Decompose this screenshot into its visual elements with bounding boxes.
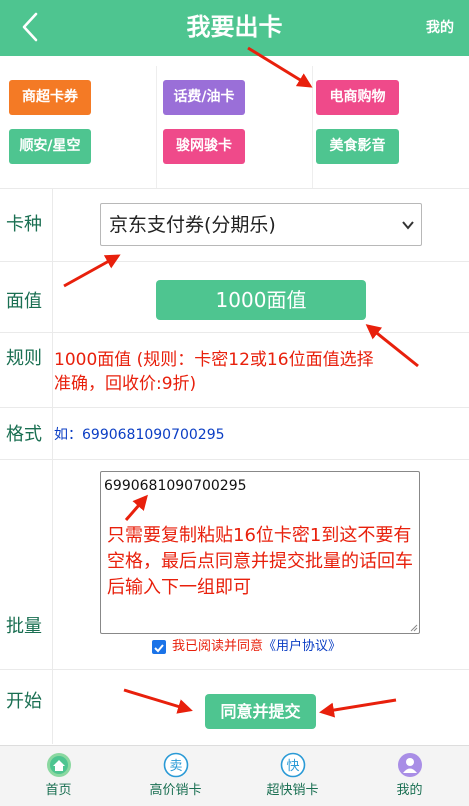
row-divider [0,459,469,460]
tab-mine-label: 我的 [396,783,423,798]
user-icon [398,753,422,777]
tab-home[interactable]: 首页 [0,746,117,806]
category-grid: 商超卡券 话费/油卡 电商购物 顺安/星空 骏网骏卡 美食影音 [0,66,469,188]
category-button-shunan-xingkong[interactable]: 顺安/星空 [9,129,91,164]
arrow-annotation [319,698,397,718]
arrow-annotation [123,688,193,714]
grid-divider [156,66,157,188]
agree-submit-button[interactable]: 同意并提交 [205,694,316,729]
tab-home-label: 首页 [45,783,72,798]
tab-fast-sell[interactable]: 快 超快销卡 [234,746,351,806]
batch-hint: 只需要复制粘贴16位卡密1到这不要有空格，最后点同意并提交批量的话回车后输入下一… [107,525,413,598]
row-divider [0,332,469,333]
user-agreement-link[interactable]: 《用户协议》 [263,639,341,654]
batch-label: 批量 [6,616,42,637]
card-type-select[interactable]: 京东支付券(分期乐) [100,203,422,246]
card-type-label: 卡种 [6,214,42,235]
agree-checkbox[interactable] [152,640,166,654]
batch-input-value: 6990681090700295 [104,478,247,494]
fast-icon: 快 [280,752,306,778]
resize-grip-icon[interactable] [410,624,418,632]
category-button-phone-fuel[interactable]: 话费/油卡 [163,80,245,115]
face-value-label: 面值 [6,291,42,312]
rules-label: 规则 [6,348,42,369]
tab-mine[interactable]: 我的 [351,746,468,806]
row-divider [0,407,469,408]
sell-icon: 卖 [163,752,189,778]
face-value-button[interactable]: 1000面值 [156,280,366,320]
format-label: 格式 [6,424,42,445]
agreement-text: 我已阅读并同意《用户协议》 [172,637,341,657]
chevron-down-icon [402,221,414,230]
label-column-divider [52,188,53,744]
mine-link[interactable]: 我的 [426,18,454,38]
home-icon [47,753,71,777]
agreement-label: 我已阅读并同意 [172,639,264,654]
tab-fast-sell-label: 超快销卡 [266,783,319,798]
category-button-food-media[interactable]: 美食影音 [316,129,399,164]
top-bar: 我要出卡 我的 [0,0,469,56]
category-button-supermarket[interactable]: 商超卡券 [9,80,91,115]
tab-high-price-sell[interactable]: 卖 高价销卡 [117,746,234,806]
grid-divider [312,66,313,188]
start-label: 开始 [6,691,42,712]
card-type-value: 京东支付券(分期乐) [109,214,276,236]
bottom-tab-bar: 首页 卖 高价销卡 快 超快销卡 我的 [0,745,469,806]
rules-text: 1000面值 (规则：卡密12或16位面值选择准确，回收价:9折) [54,350,374,394]
svg-text:快: 快 [286,759,299,774]
category-button-ecommerce[interactable]: 电商购物 [316,80,399,115]
row-divider [0,188,469,189]
batch-input[interactable]: 6990681090700295 只需要复制粘贴16位卡密1到这不要有空格，最后… [100,471,420,634]
svg-text:卖: 卖 [169,759,182,774]
page: 我要出卡 我的 商超卡券 话费/油卡 电商购物 顺安/星空 骏网骏卡 美食影音 … [0,0,469,806]
page-title: 我要出卡 [186,13,283,41]
row-divider [0,669,469,670]
tab-high-price-sell-label: 高价销卡 [149,783,202,798]
checkmark-icon [154,644,164,653]
format-example: 如：6990681090700295 [54,427,225,443]
row-divider [0,261,469,262]
category-button-junwang[interactable]: 骏网骏卡 [163,129,245,164]
